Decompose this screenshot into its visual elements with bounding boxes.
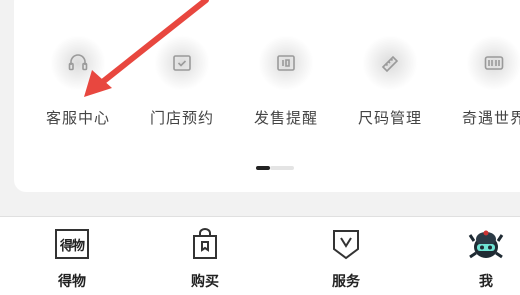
tab-label: 得物 (58, 274, 86, 290)
tab-buy[interactable]: 购买 (155, 217, 255, 295)
tab-label: 购买 (191, 274, 219, 290)
tab-label: 我 (479, 274, 493, 290)
tab-service[interactable]: 服务 (296, 217, 396, 295)
services-row: 客服中心 门店预约 发售提醒 尺码管理 奇遇世界 (14, 0, 520, 150)
service-label: 门店预约 (149, 109, 214, 127)
release-calendar-icon (258, 35, 314, 91)
service-label: 奇遇世界 (461, 109, 520, 127)
calendar-check-icon (154, 35, 210, 91)
tab-dewu[interactable]: 得物 得物 (22, 217, 122, 295)
avatar-icon (468, 227, 504, 261)
service-label: 发售提醒 (253, 109, 318, 127)
service-label: 客服中心 (45, 109, 110, 127)
service-label: 尺码管理 (357, 109, 422, 127)
shopping-bag-icon (187, 227, 223, 261)
page-indicator-active (256, 166, 270, 170)
ruler-icon (362, 35, 418, 91)
service-store-booking[interactable]: 门店预约 (132, 35, 232, 135)
world-icon (466, 35, 520, 91)
bottom-tab-bar: 得物 得物 购买 服务 我 (0, 216, 520, 295)
tab-label: 服务 (332, 274, 360, 290)
service-shield-icon (328, 227, 364, 261)
page-indicator-inactive (270, 166, 294, 170)
headset-icon (50, 35, 106, 91)
dewu-logo-icon: 得物 (54, 227, 90, 261)
page-indicator (256, 166, 296, 170)
service-customer-center[interactable]: 客服中心 (28, 35, 128, 135)
dewu-logo-text: 得物 (55, 229, 89, 259)
service-size-management[interactable]: 尺码管理 (340, 35, 440, 135)
tab-me[interactable]: 我 (436, 217, 520, 295)
service-adventure-world[interactable]: 奇遇世界 (444, 35, 520, 135)
services-card: 客服中心 门店预约 发售提醒 尺码管理 奇遇世界 (14, 0, 520, 192)
service-release-reminder[interactable]: 发售提醒 (236, 35, 336, 135)
